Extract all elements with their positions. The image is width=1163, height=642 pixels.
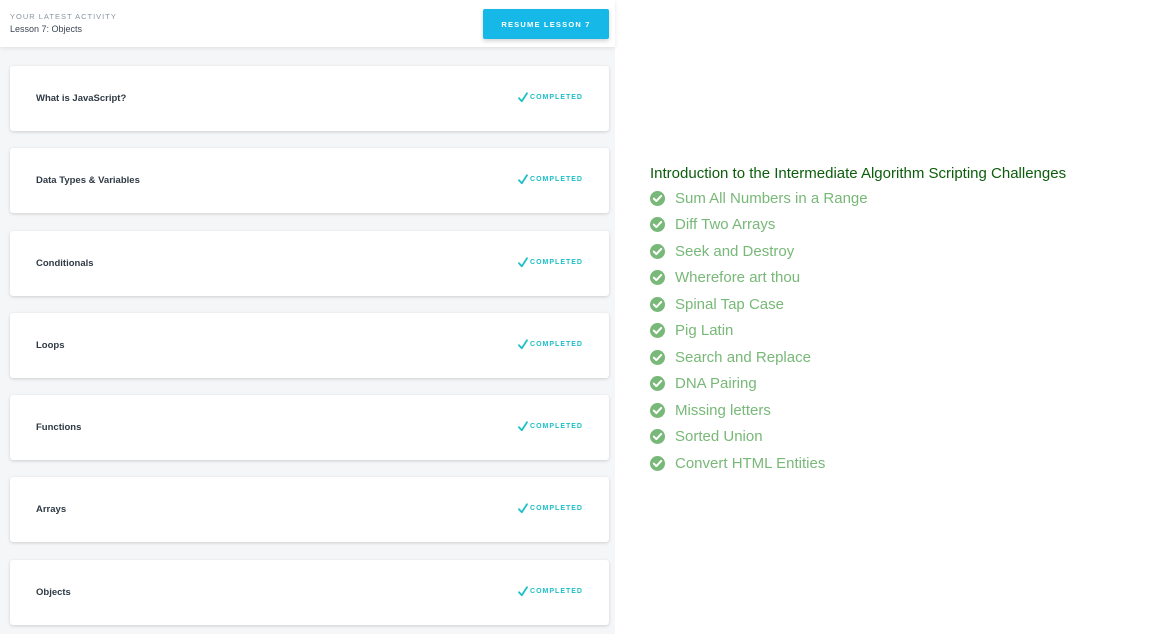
latest-activity-kicker: YOUR LATEST ACTIVITY <box>10 12 117 21</box>
status-text: COMPLETED <box>530 423 583 431</box>
status-text: COMPLETED <box>530 587 583 595</box>
lessons-panel: YOUR LATEST ACTIVITY Lesson 7: Objects R… <box>0 0 615 634</box>
challenge-label: Missing letters <box>675 401 771 419</box>
completed-status: COMPLETED <box>518 92 583 103</box>
lesson-title: Arrays <box>36 504 67 516</box>
completed-status: COMPLETED <box>518 503 583 514</box>
completed-status: COMPLETED <box>518 256 583 268</box>
challenge-list: Sum All Numbers in a Range Diff Two Arra… <box>650 187 1150 479</box>
check-icon <box>518 92 528 103</box>
circle-check-icon <box>650 455 665 471</box>
lesson-card[interactable]: Data Types & Variables COMPLETED <box>10 148 609 214</box>
challenge-label: Diff Two Arrays <box>675 216 776 234</box>
completed-status: COMPLETED <box>518 421 583 432</box>
circle-check-icon <box>650 296 665 312</box>
lesson-card[interactable]: What is JavaScript? COMPLETED <box>10 66 609 131</box>
check-icon <box>518 256 528 267</box>
challenge-label: Sorted Union <box>675 428 763 446</box>
challenge-item[interactable]: Sum All Numbers in a Range <box>650 187 1150 214</box>
completed-status: COMPLETED <box>518 174 583 185</box>
check-icon <box>518 174 528 185</box>
check-icon <box>518 503 528 514</box>
lesson-card[interactable]: Objects COMPLETED <box>10 559 609 625</box>
status-text: COMPLETED <box>530 94 583 101</box>
circle-check-icon <box>650 190 665 206</box>
status-text: COMPLETED <box>530 258 583 266</box>
lesson-title: Conditionals <box>36 257 94 269</box>
challenge-item[interactable]: Sorted Union <box>650 426 1150 453</box>
challenge-item[interactable]: Wherefore art thou <box>650 267 1150 294</box>
challenge-item[interactable]: Search and Replace <box>650 346 1150 373</box>
challenge-item[interactable]: DNA Pairing <box>650 373 1150 400</box>
status-text: COMPLETED <box>530 340 583 348</box>
lesson-card[interactable]: Arrays COMPLETED <box>10 477 609 543</box>
latest-lesson-name: Lesson 7: Objects <box>10 24 83 34</box>
challenge-item[interactable]: Seek and Destroy <box>650 240 1150 267</box>
circle-check-icon <box>650 402 665 418</box>
challenge-item[interactable]: Pig Latin <box>650 320 1150 347</box>
challenge-item[interactable]: Spinal Tap Case <box>650 293 1150 320</box>
challenge-item[interactable]: Convert HTML Entities <box>650 452 1150 479</box>
status-text: COMPLETED <box>530 176 583 184</box>
circle-check-icon <box>650 270 665 286</box>
lesson-title: Loops <box>36 339 65 351</box>
check-icon <box>518 586 528 596</box>
circle-check-icon <box>650 217 665 233</box>
challenge-label: Spinal Tap Case <box>675 295 784 313</box>
challenge-label: Search and Replace <box>675 348 811 366</box>
challenge-label: Convert HTML Entities <box>675 454 826 472</box>
circle-check-icon <box>650 376 665 392</box>
lesson-card[interactable]: Loops COMPLETED <box>10 312 609 378</box>
challenge-label: Seek and Destroy <box>675 242 795 260</box>
intermediate-algorithm-challenges: Introduction to the Intermediate Algorit… <box>650 165 1150 479</box>
completed-status: COMPLETED <box>518 339 583 350</box>
latest-activity-header: YOUR LATEST ACTIVITY Lesson 7: Objects R… <box>0 0 615 47</box>
challenge-label: Pig Latin <box>675 322 734 340</box>
check-icon <box>518 421 528 432</box>
lesson-list: What is JavaScript? COMPLETED Data Types… <box>10 66 609 642</box>
challenge-section-title: Introduction to the Intermediate Algorit… <box>650 165 1067 182</box>
completed-status: COMPLETED <box>518 586 583 597</box>
check-icon <box>518 339 528 349</box>
resume-lesson-button[interactable]: RESUME LESSON 7 <box>483 9 609 39</box>
lesson-title: What is JavaScript? <box>36 93 127 104</box>
lesson-title: Objects <box>36 586 71 598</box>
lesson-title: Data Types & Variables <box>36 175 140 187</box>
challenge-label: Wherefore art thou <box>675 269 801 287</box>
lesson-card[interactable]: Conditionals COMPLETED <box>10 230 609 296</box>
challenge-label: DNA Pairing <box>675 375 757 393</box>
status-text: COMPLETED <box>530 505 583 513</box>
challenge-label: Sum All Numbers in a Range <box>675 189 868 207</box>
lesson-card[interactable]: Functions COMPLETED <box>10 395 609 461</box>
circle-check-icon <box>650 349 665 365</box>
circle-check-icon <box>650 243 665 259</box>
lesson-title: Functions <box>36 422 82 434</box>
challenge-item[interactable]: Missing letters <box>650 399 1150 426</box>
challenge-item[interactable]: Diff Two Arrays <box>650 214 1150 241</box>
circle-check-icon <box>650 429 665 445</box>
circle-check-icon <box>650 323 665 339</box>
